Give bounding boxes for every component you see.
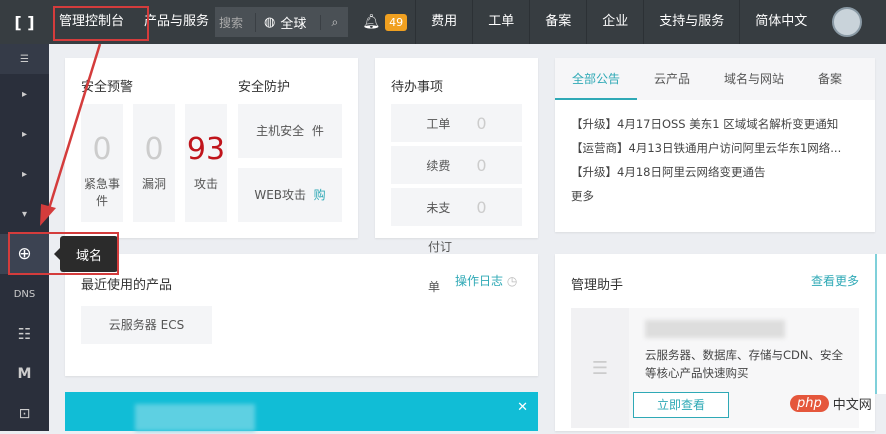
annotation-arrow [40, 43, 102, 226]
todo-overflow-text: 单 [428, 280, 441, 294]
